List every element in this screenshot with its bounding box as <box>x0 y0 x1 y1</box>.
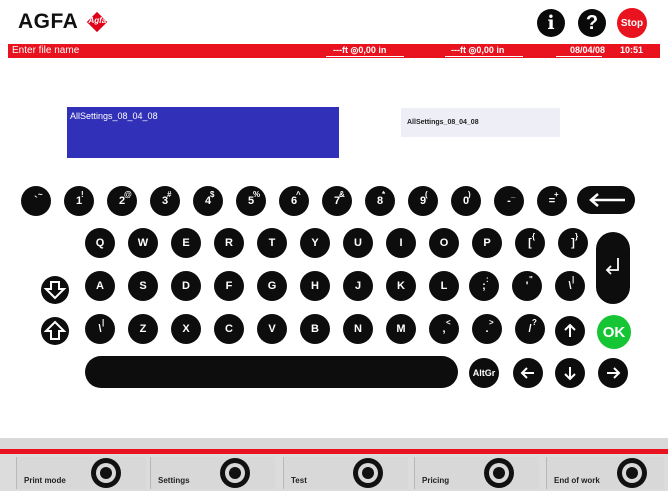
key-punct-2[interactable]: \ | <box>555 271 585 301</box>
knob-icon <box>91 458 121 488</box>
key-c[interactable]: C <box>214 314 244 344</box>
key-o[interactable]: O <box>429 228 459 258</box>
key-2[interactable]: 1! <box>64 186 94 216</box>
key-f[interactable]: F <box>214 271 244 301</box>
ok-button[interactable]: OK <box>597 315 631 349</box>
filename-input[interactable]: AllSettings_08_04_08 <box>67 107 339 158</box>
key-bracket-1[interactable]: ]} <box>558 228 588 258</box>
page-title: Enter file name <box>12 45 80 56</box>
key-q[interactable]: Q <box>85 228 115 258</box>
key-12[interactable]: - _ <box>494 186 524 216</box>
agfa-logo: AGFA Agfa <box>18 10 112 34</box>
knob-icon <box>617 458 647 488</box>
key-g[interactable]: G <box>257 271 287 301</box>
key-8[interactable]: 7 & <box>322 186 352 216</box>
key-punct2-2[interactable]: /? <box>515 314 545 344</box>
key-m[interactable]: M <box>386 314 416 344</box>
arrow-right-icon <box>607 367 621 379</box>
key-r[interactable]: R <box>214 228 244 258</box>
key-u[interactable]: U <box>343 228 373 258</box>
arrow-right-key[interactable] <box>598 358 628 388</box>
time-display: 10:51 <box>620 45 644 55</box>
key-bracket-0[interactable]: [{ <box>515 228 545 258</box>
key-9[interactable]: 8 * <box>365 186 395 216</box>
print-mode-button[interactable]: Print mode <box>16 457 146 489</box>
key-5[interactable]: 4 $ <box>193 186 223 216</box>
key-11[interactable]: 0) <box>451 186 481 216</box>
arrow-left-icon <box>520 367 534 379</box>
backspace-key[interactable] <box>577 186 635 214</box>
key-b[interactable]: B <box>300 314 330 344</box>
key-4[interactable]: 3 # <box>150 186 180 216</box>
info-icon[interactable]: i <box>537 9 565 37</box>
filename-preview: AllSettings_08_04_08 <box>401 108 560 137</box>
logo-text: AGFA <box>18 10 79 33</box>
key-a[interactable]: A <box>85 271 115 301</box>
enter-key[interactable] <box>596 232 630 304</box>
media-counter-2: ---ft ◎0,00 in <box>451 45 505 55</box>
arrow-up-key[interactable] <box>555 316 585 346</box>
knob-icon <box>220 458 250 488</box>
key-13[interactable]: = + <box>537 186 567 216</box>
caps-lock-icon <box>41 276 69 304</box>
help-icon[interactable]: ? <box>578 9 606 37</box>
end-of-work-button[interactable]: End of work <box>546 457 664 489</box>
key-l[interactable]: L <box>429 271 459 301</box>
key-7[interactable]: 6 ^ <box>279 186 309 216</box>
key-d[interactable]: D <box>171 271 201 301</box>
shift-icon <box>41 317 69 345</box>
key-x[interactable]: X <box>171 314 201 344</box>
key-v[interactable]: V <box>257 314 287 344</box>
key-p[interactable]: P <box>472 228 502 258</box>
spacebar-key[interactable] <box>85 356 458 388</box>
settings-button[interactable]: Settings <box>150 457 275 489</box>
key-h[interactable]: H <box>300 271 330 301</box>
key-punct2-0[interactable]: , < <box>429 314 459 344</box>
key-z[interactable]: Z <box>128 314 158 344</box>
key-punct-1[interactable]: ' " <box>512 271 542 301</box>
test-button[interactable]: Test <box>283 457 408 489</box>
key-s[interactable]: S <box>128 271 158 301</box>
knob-icon <box>484 458 514 488</box>
key-6[interactable]: 5% <box>236 186 266 216</box>
key-3[interactable]: 2 @ <box>107 186 137 216</box>
arrow-down-icon <box>564 367 576 381</box>
key-t[interactable]: T <box>257 228 287 258</box>
key-10[interactable]: 9( <box>408 186 438 216</box>
key-j[interactable]: J <box>343 271 373 301</box>
arrow-down-key[interactable] <box>555 358 585 388</box>
pricing-button[interactable]: Pricing <box>414 457 539 489</box>
logo-badge-icon: Agfa <box>82 11 112 33</box>
key-i[interactable]: I <box>386 228 416 258</box>
key-1[interactable]: ` ~ <box>21 186 51 216</box>
key-e[interactable]: E <box>171 228 201 258</box>
caps-lock-key[interactable] <box>40 275 70 305</box>
stop-button[interactable]: Stop <box>617 8 647 38</box>
backspace-arrow-icon <box>589 193 625 207</box>
enter-return-icon <box>605 258 619 275</box>
key-w[interactable]: W <box>128 228 158 258</box>
altgr-key[interactable]: AltGr <box>469 358 499 388</box>
key-n[interactable]: N <box>343 314 373 344</box>
key-punct2-1[interactable]: . > <box>472 314 502 344</box>
key-y[interactable]: Y <box>300 228 330 258</box>
knob-icon <box>353 458 383 488</box>
arrow-left-key[interactable] <box>513 358 543 388</box>
status-bar: Enter file name ---ft ◎0,00 in ---ft ◎0,… <box>8 44 660 58</box>
key-punct-0[interactable]: ;: <box>469 271 499 301</box>
arrow-up-icon <box>564 323 576 337</box>
media-counter-1: ---ft ◎0,00 in <box>333 45 387 55</box>
key-k[interactable]: K <box>386 271 416 301</box>
key-backslash[interactable]: \ | <box>85 314 115 344</box>
date-display: 08/04/08 <box>570 45 606 55</box>
shift-key[interactable] <box>40 316 70 346</box>
